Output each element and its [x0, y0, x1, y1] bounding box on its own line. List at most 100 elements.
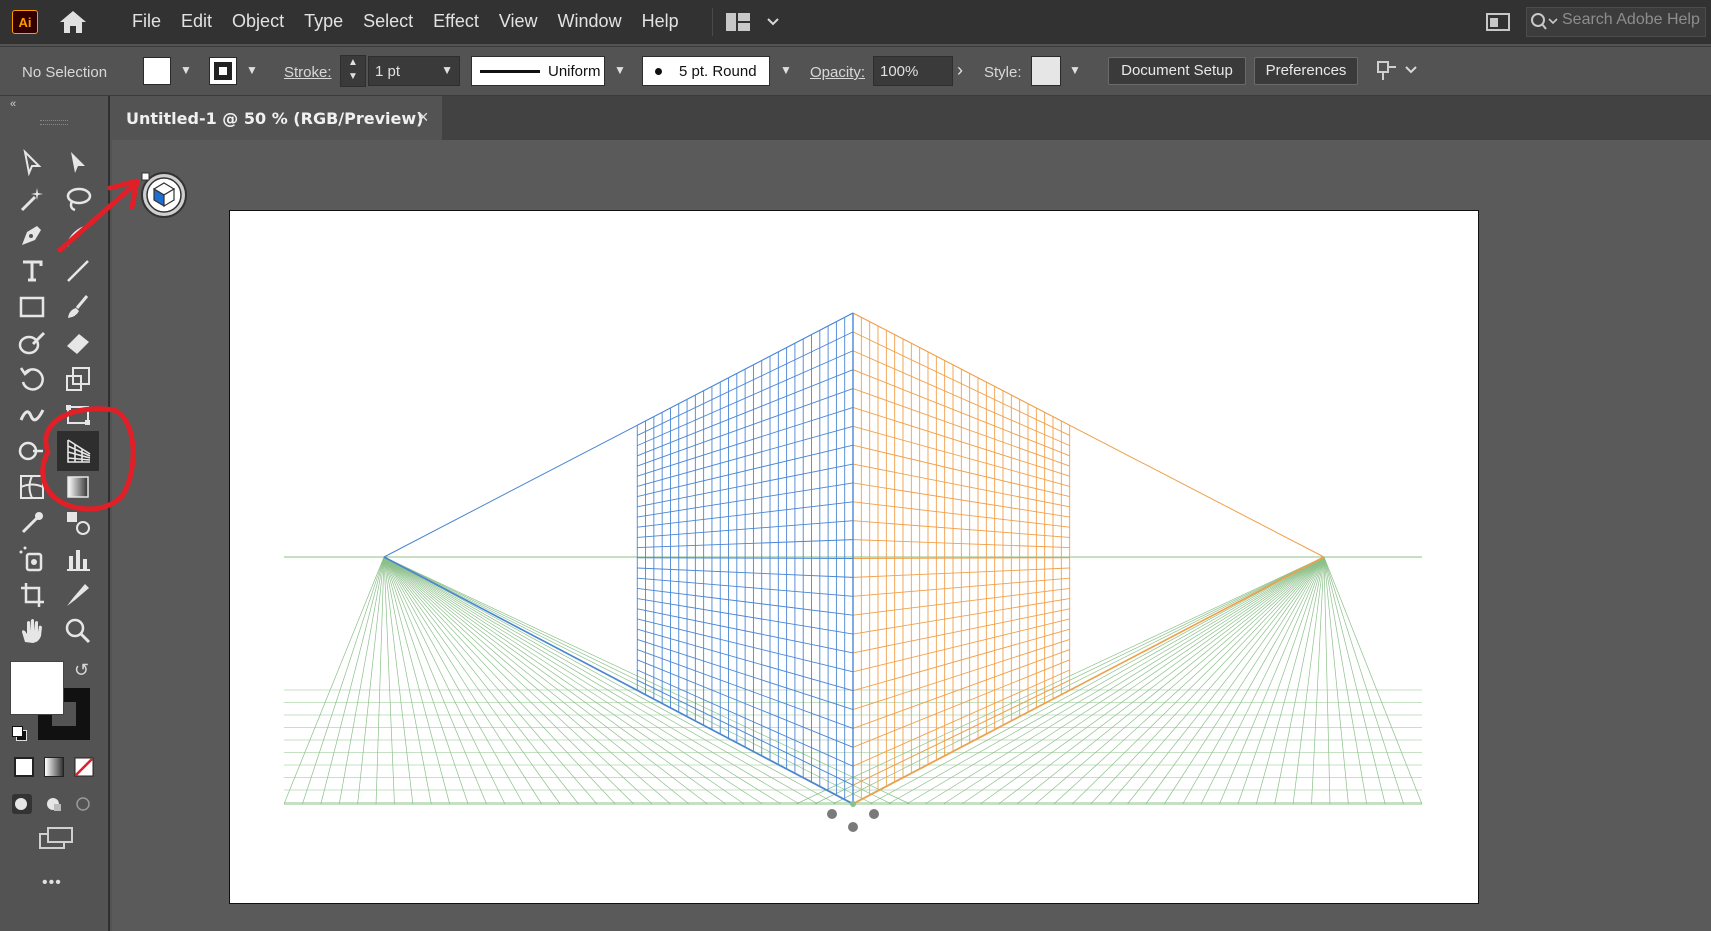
- ground-line: [383, 556, 598, 805]
- fill-color-box[interactable]: [10, 661, 64, 715]
- mesh-tool-icon[interactable]: [17, 472, 47, 502]
- gradient-tool-icon[interactable]: [63, 472, 93, 502]
- rectangle-tool-icon[interactable]: [17, 292, 47, 322]
- pen-tool-icon[interactable]: [17, 220, 47, 250]
- shaper-tool-icon[interactable]: [17, 328, 47, 358]
- workspace-switcher-icon[interactable]: [724, 10, 786, 34]
- artboard-tool-icon[interactable]: [17, 580, 47, 610]
- graphic-style-swatch[interactable]: [1031, 56, 1061, 86]
- menu-window[interactable]: Window: [548, 0, 632, 44]
- default-colors-icon[interactable]: [12, 726, 27, 741]
- ground-line: [383, 556, 414, 805]
- ground-line: [383, 556, 671, 805]
- opacity-expand-icon[interactable]: ›: [957, 60, 963, 81]
- preferences-button[interactable]: Preferences: [1254, 57, 1358, 85]
- document-tab-title[interactable]: Untitled-1 @ 50 % (RGB/Preview): [126, 109, 423, 128]
- ground-line: [302, 556, 385, 805]
- fill-swatch[interactable]: [143, 57, 171, 85]
- free-transform-tool-icon[interactable]: [63, 400, 93, 430]
- symbol-sprayer-tool-icon[interactable]: [17, 544, 47, 574]
- lasso-tool-icon[interactable]: [63, 184, 93, 214]
- stroke-stepper[interactable]: ▲ ▼: [340, 55, 366, 87]
- opacity-field[interactable]: 100%: [873, 56, 953, 86]
- column-graph-tool-icon[interactable]: [63, 544, 93, 574]
- stroke-dropdown-icon[interactable]: ▼: [246, 63, 258, 77]
- ground-line: [383, 556, 635, 805]
- menu-select[interactable]: Select: [353, 0, 423, 44]
- ground-line: [1016, 556, 1325, 805]
- warp-tool-icon[interactable]: [17, 400, 47, 430]
- direct-selection-tool-icon[interactable]: [63, 148, 93, 178]
- scale-tool-icon[interactable]: [63, 364, 93, 394]
- left-grid-handle[interactable]: [827, 809, 837, 819]
- profile-dropdown-icon[interactable]: ▼: [614, 63, 626, 77]
- draw-mode-icons[interactable]: [10, 792, 98, 816]
- type-tool-icon[interactable]: [17, 256, 47, 286]
- menu-file[interactable]: File: [122, 0, 171, 44]
- right-grid-handle[interactable]: [869, 809, 879, 819]
- ground-origin-handle[interactable]: [848, 822, 858, 832]
- shape-builder-tool-icon[interactable]: [17, 436, 47, 466]
- menu-type[interactable]: Type: [294, 0, 353, 44]
- menu-edit[interactable]: Edit: [171, 0, 222, 44]
- color-mode-icon[interactable]: [14, 757, 34, 777]
- brush-dropdown-icon[interactable]: ▼: [780, 63, 792, 77]
- variable-width-profile[interactable]: Uniform: [471, 56, 605, 86]
- stroke-weight-field[interactable]: 1 pt ▼: [368, 56, 460, 86]
- ground-line: [320, 556, 385, 805]
- ground-line: [1323, 556, 1386, 805]
- brush-label: 5 pt. Round: [679, 63, 757, 80]
- perspective-grid[interactable]: [229, 210, 1479, 904]
- curvature-tool-icon[interactable]: [63, 220, 93, 250]
- line-segment-tool-icon[interactable]: [63, 256, 93, 286]
- panel-layout-icon[interactable]: [1486, 12, 1510, 32]
- swap-fill-stroke-icon[interactable]: ↺: [74, 660, 89, 681]
- screen-mode-icon[interactable]: [38, 826, 74, 850]
- fill-dropdown-icon[interactable]: ▼: [180, 63, 192, 77]
- ground-line: [383, 556, 819, 805]
- toolbar-grip[interactable]: [40, 120, 68, 125]
- ground-line: [1053, 556, 1325, 805]
- ground-line: [1071, 556, 1325, 805]
- search-placeholder: Search Adobe Help: [1562, 11, 1700, 28]
- gradient-mode-icon[interactable]: [44, 757, 64, 777]
- none-mode-icon[interactable]: [74, 757, 94, 777]
- edit-toolbar-icon[interactable]: •••: [42, 874, 62, 892]
- slice-tool-icon[interactable]: [63, 580, 93, 610]
- stroke-weight-dropdown-icon[interactable]: ▼: [441, 63, 453, 77]
- menu-effect[interactable]: Effect: [423, 0, 489, 44]
- brush-definition[interactable]: 5 pt. Round: [642, 56, 770, 86]
- menu-list: File Edit Object Type Select Effect View…: [122, 0, 689, 44]
- perspective-grid-tool-icon[interactable]: [63, 436, 93, 466]
- opacity-label[interactable]: Opacity:: [810, 64, 865, 81]
- ground-line: [998, 556, 1325, 805]
- close-tab-icon[interactable]: ×: [418, 107, 429, 128]
- style-dropdown-icon[interactable]: ▼: [1069, 63, 1081, 77]
- home-icon[interactable]: [58, 9, 88, 35]
- arrange-documents-icon[interactable]: [1374, 56, 1424, 86]
- origin-point[interactable]: [850, 801, 856, 807]
- eraser-tool-icon[interactable]: [63, 328, 93, 358]
- selection-tool-icon[interactable]: [17, 148, 47, 178]
- rotate-tool-icon[interactable]: [17, 364, 47, 394]
- eyedropper-tool-icon[interactable]: [17, 508, 47, 538]
- stroke-swatch[interactable]: [209, 57, 237, 85]
- zoom-tool-icon[interactable]: [63, 616, 93, 646]
- stroke-label[interactable]: Stroke:: [284, 64, 332, 81]
- ground-line: [1108, 556, 1325, 805]
- menu-help[interactable]: Help: [632, 0, 689, 44]
- ground-line: [887, 556, 1325, 805]
- plane-switching-widget-icon[interactable]: [140, 171, 188, 219]
- menu-object[interactable]: Object: [222, 0, 294, 44]
- ground-line: [943, 556, 1325, 805]
- stroke-weight-value: 1 pt: [375, 63, 401, 80]
- ground-line: [1323, 556, 1423, 805]
- collapse-toolbar-icon[interactable]: «: [10, 98, 16, 110]
- paintbrush-tool-icon[interactable]: [63, 292, 93, 322]
- magic-wand-tool-icon[interactable]: [17, 184, 47, 214]
- ground-line: [383, 556, 561, 805]
- blend-tool-icon[interactable]: [63, 508, 93, 538]
- hand-tool-icon[interactable]: [17, 616, 47, 646]
- menu-view[interactable]: View: [489, 0, 548, 44]
- document-setup-button[interactable]: Document Setup: [1108, 57, 1246, 85]
